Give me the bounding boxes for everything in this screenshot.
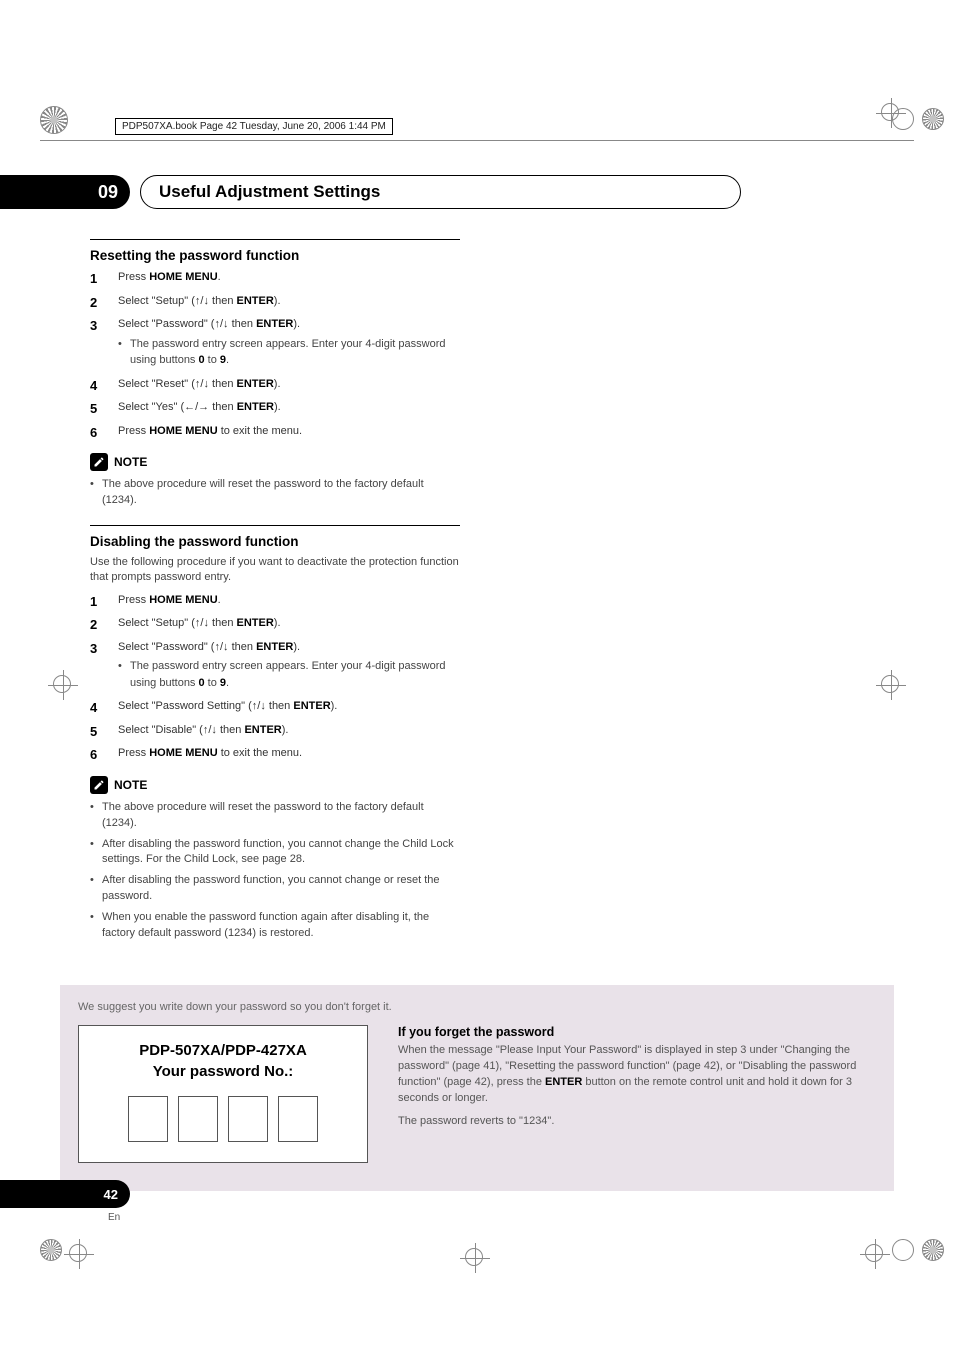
page-language: En [108,1212,130,1223]
step-item: Select "Password" (↑/↓ then ENTER). The … [90,639,460,692]
page-number-wrap: 42 En [0,1180,130,1223]
crop-mark-icon [40,1239,62,1261]
note-header: NOTE [90,776,460,794]
note-item: The above procedure will reset the passw… [90,477,460,509]
book-header: PDP507XA.book Page 42 Tuesday, June 20, … [115,118,393,135]
note-item: After disabling the password function, y… [90,873,460,905]
crop-mark-icon [876,670,906,700]
step-item: Select "Yes" (←/→ then ENTER). [90,399,460,416]
password-digit-box [128,1096,168,1142]
password-card: PDP-507XA/PDP-427XA Your password No.: [78,1025,368,1163]
step-item: Select "Setup" (↑/↓ then ENTER). [90,615,460,632]
pencil-icon [90,453,108,471]
forget-title: If you forget the password [398,1025,876,1039]
crop-mark-icon [64,1239,94,1269]
arrow-up-down-icon: ↑/↓ [195,295,209,307]
step-item: Press HOME MENU. [90,269,460,286]
password-digit-box [228,1096,268,1142]
crop-mark-icon [892,1239,914,1261]
crop-mark-icon [460,1243,490,1273]
section-rule [90,525,460,526]
note-label: NOTE [114,455,147,469]
note-item: The above procedure will reset the passw… [90,800,460,832]
forget-password-block: If you forget the password When the mess… [398,1025,876,1163]
section-title: Disabling the password function [90,534,460,549]
crop-mark-icon [40,106,68,134]
chapter-number: 09 [0,175,130,209]
step-item: Press HOME MENU to exit the menu. [90,423,460,440]
password-card-title: PDP-507XA/PDP-427XA Your password No.: [89,1040,357,1082]
forget-body: When the message "Please Input Your Pass… [398,1043,876,1107]
note-label: NOTE [114,778,147,792]
section-title: Resetting the password function [90,248,460,263]
note-list: The above procedure will reset the passw… [90,477,460,509]
steps-list: Press HOME MENU. Select "Setup" (↑/↓ the… [90,269,460,439]
arrow-up-down-icon: ↑/↓ [214,641,228,653]
chapter-title: Useful Adjustment Settings [140,175,741,209]
forget-body-2: The password reverts to "1234". [398,1115,876,1127]
step-item: Select "Disable" (↑/↓ then ENTER). [90,722,460,739]
step-item: Press HOME MENU to exit the menu. [90,745,460,762]
arrow-up-down-icon: ↑/↓ [195,617,209,629]
password-digit-box [278,1096,318,1142]
footer-panel: We suggest you write down your password … [60,985,894,1191]
header-rule [40,140,914,141]
note-header: NOTE [90,453,460,471]
arrow-left-right-icon: ←/→ [184,401,209,413]
password-digit-box [178,1096,218,1142]
arrow-up-down-icon: ↑/↓ [203,724,217,736]
chapter-header: Useful Adjustment Settings 09 [90,175,864,209]
step-item: Press HOME MENU. [90,592,460,609]
step-item: Select "Password" (↑/↓ then ENTER). The … [90,316,460,369]
crop-mark-icon [876,98,906,128]
crop-mark-icon [48,670,78,700]
crop-mark-icon [922,108,944,130]
note-item: When you enable the password function ag… [90,910,460,942]
step-sub-bullet: The password entry screen appears. Enter… [118,658,460,691]
arrow-up-down-icon: ↑/↓ [195,378,209,390]
step-item: Select "Password Setting" (↑/↓ then ENTE… [90,698,460,715]
pencil-icon [90,776,108,794]
section-rule [90,239,460,240]
step-item: Select "Setup" (↑/↓ then ENTER). [90,293,460,310]
page-number: 42 [0,1180,130,1208]
crop-mark-icon [860,1239,890,1269]
crop-mark-icon [922,1239,944,1261]
section-intro: Use the following procedure if you want … [90,555,460,586]
arrow-up-down-icon: ↑/↓ [214,318,228,330]
step-item: Select "Reset" (↑/↓ then ENTER). [90,376,460,393]
footer-suggest-text: We suggest you write down your password … [78,1001,876,1013]
note-item: After disabling the password function, y… [90,837,460,869]
step-sub-bullet: The password entry screen appears. Enter… [118,336,460,369]
steps-list: Press HOME MENU. Select "Setup" (↑/↓ the… [90,592,460,762]
arrow-up-down-icon: ↑/↓ [252,700,266,712]
note-list: The above procedure will reset the passw… [90,800,460,943]
password-boxes [89,1096,357,1142]
